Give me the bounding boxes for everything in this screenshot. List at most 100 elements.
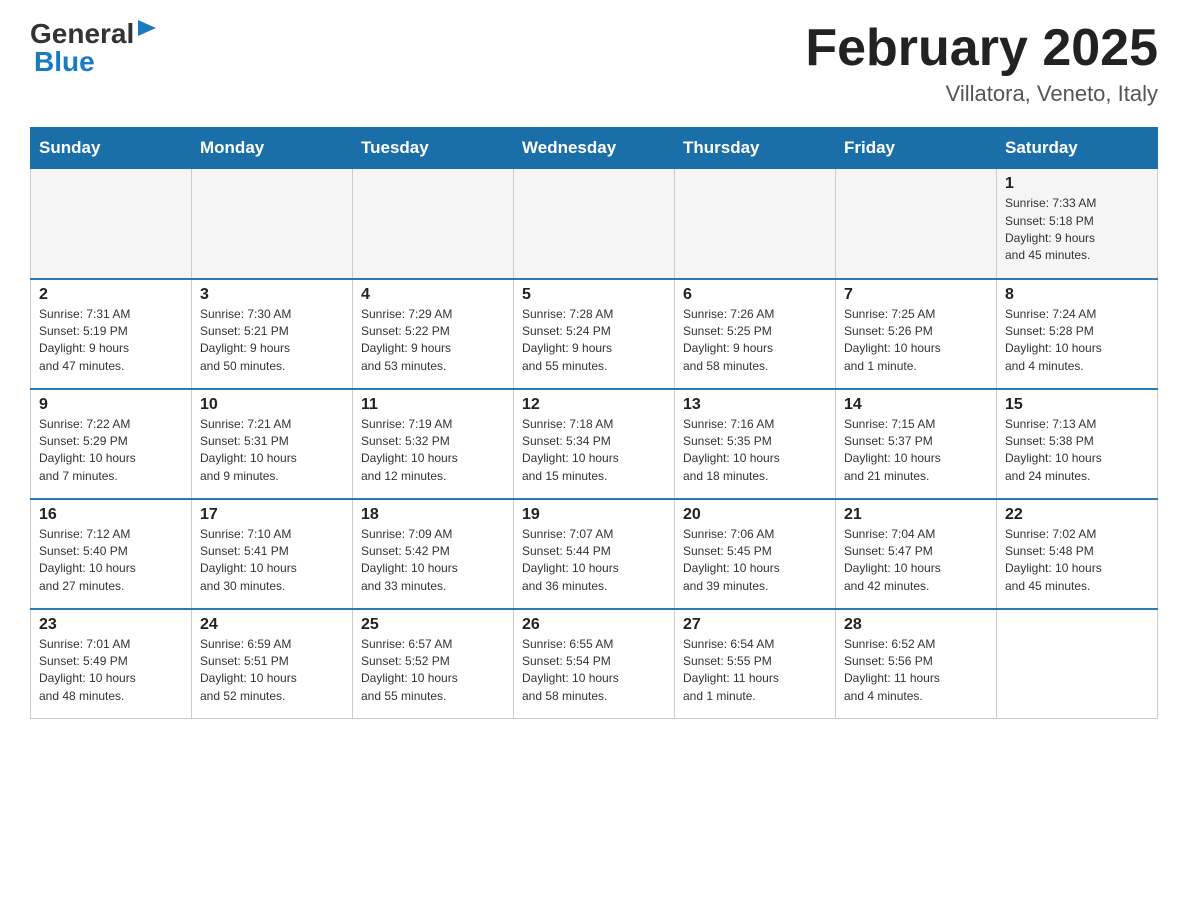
day-info: Sunrise: 7:22 AM Sunset: 5:29 PM Dayligh…: [39, 416, 183, 486]
calendar-week-2: 2 Sunrise: 7:31 AM Sunset: 5:19 PM Daylig…: [31, 279, 1158, 389]
calendar-cell: 27 Sunrise: 6:54 AM Sunset: 5:55 PM Dayli…: [675, 609, 836, 719]
day-number: 24: [200, 616, 344, 634]
calendar-cell: 26 Sunrise: 6:55 AM Sunset: 5:54 PM Dayli…: [514, 609, 675, 719]
month-title: February 2025: [805, 20, 1158, 77]
day-info: Sunrise: 7:01 AM Sunset: 5:49 PM Dayligh…: [39, 636, 183, 706]
day-info: Sunrise: 7:21 AM Sunset: 5:31 PM Dayligh…: [200, 416, 344, 486]
day-info: Sunrise: 7:06 AM Sunset: 5:45 PM Dayligh…: [683, 526, 827, 596]
calendar-cell: 11 Sunrise: 7:19 AM Sunset: 5:32 PM Dayli…: [353, 389, 514, 499]
calendar-cell: 12 Sunrise: 7:18 AM Sunset: 5:34 PM Dayli…: [514, 389, 675, 499]
day-number: 10: [200, 396, 344, 414]
calendar-cell: 18 Sunrise: 7:09 AM Sunset: 5:42 PM Dayli…: [353, 499, 514, 609]
calendar-cell: [353, 169, 514, 279]
calendar-cell: [675, 169, 836, 279]
day-number: 5: [522, 286, 666, 304]
day-number: 28: [844, 616, 988, 634]
calendar-cell: 28 Sunrise: 6:52 AM Sunset: 5:56 PM Dayli…: [836, 609, 997, 719]
location-text: Villatora, Veneto, Italy: [805, 81, 1158, 107]
weekday-header-tuesday: Tuesday: [353, 128, 514, 169]
day-number: 20: [683, 506, 827, 524]
day-number: 2: [39, 286, 183, 304]
day-info: Sunrise: 6:55 AM Sunset: 5:54 PM Dayligh…: [522, 636, 666, 706]
day-number: 6: [683, 286, 827, 304]
weekday-header-thursday: Thursday: [675, 128, 836, 169]
logo: General Blue: [30, 20, 158, 76]
calendar-cell: 23 Sunrise: 7:01 AM Sunset: 5:49 PM Dayli…: [31, 609, 192, 719]
calendar-cell: 25 Sunrise: 6:57 AM Sunset: 5:52 PM Dayli…: [353, 609, 514, 719]
calendar-cell: 6 Sunrise: 7:26 AM Sunset: 5:25 PM Daylig…: [675, 279, 836, 389]
calendar-week-4: 16 Sunrise: 7:12 AM Sunset: 5:40 PM Dayli…: [31, 499, 1158, 609]
calendar-cell: 13 Sunrise: 7:16 AM Sunset: 5:35 PM Dayli…: [675, 389, 836, 499]
day-info: Sunrise: 6:59 AM Sunset: 5:51 PM Dayligh…: [200, 636, 344, 706]
day-number: 13: [683, 396, 827, 414]
day-number: 7: [844, 286, 988, 304]
day-number: 22: [1005, 506, 1149, 524]
day-info: Sunrise: 7:26 AM Sunset: 5:25 PM Dayligh…: [683, 306, 827, 376]
calendar-cell: 4 Sunrise: 7:29 AM Sunset: 5:22 PM Daylig…: [353, 279, 514, 389]
day-info: Sunrise: 7:25 AM Sunset: 5:26 PM Dayligh…: [844, 306, 988, 376]
calendar-cell: 22 Sunrise: 7:02 AM Sunset: 5:48 PM Dayli…: [997, 499, 1158, 609]
page-header: General Blue February 2025 Villatora, Ve…: [30, 20, 1158, 107]
calendar-cell: 5Sunrise: 7:28 AM Sunset: 5:24 PM Daylig…: [514, 279, 675, 389]
day-info: Sunrise: 7:30 AM Sunset: 5:21 PM Dayligh…: [200, 306, 344, 376]
calendar-cell: 3 Sunrise: 7:30 AM Sunset: 5:21 PM Daylig…: [192, 279, 353, 389]
calendar-cell: 2 Sunrise: 7:31 AM Sunset: 5:19 PM Daylig…: [31, 279, 192, 389]
day-number: 18: [361, 506, 505, 524]
calendar-week-5: 23 Sunrise: 7:01 AM Sunset: 5:49 PM Dayli…: [31, 609, 1158, 719]
calendar-cell: 16 Sunrise: 7:12 AM Sunset: 5:40 PM Dayli…: [31, 499, 192, 609]
logo-flag-icon: [136, 18, 158, 46]
day-number: 16: [39, 506, 183, 524]
weekday-header-wednesday: Wednesday: [514, 128, 675, 169]
calendar-cell: 7 Sunrise: 7:25 AM Sunset: 5:26 PM Daylig…: [836, 279, 997, 389]
day-info: Sunrise: 6:54 AM Sunset: 5:55 PM Dayligh…: [683, 636, 827, 706]
day-info: Sunrise: 7:07 AM Sunset: 5:44 PM Dayligh…: [522, 526, 666, 596]
calendar-cell: [836, 169, 997, 279]
calendar-cell: 15Sunrise: 7:13 AM Sunset: 5:38 PM Dayli…: [997, 389, 1158, 499]
calendar-cell: 10 Sunrise: 7:21 AM Sunset: 5:31 PM Dayli…: [192, 389, 353, 499]
day-number: 1: [1005, 175, 1149, 193]
calendar-cell: 21Sunrise: 7:04 AM Sunset: 5:47 PM Dayli…: [836, 499, 997, 609]
weekday-header-sunday: Sunday: [31, 128, 192, 169]
calendar-week-3: 9 Sunrise: 7:22 AM Sunset: 5:29 PM Daylig…: [31, 389, 1158, 499]
day-info: Sunrise: 7:09 AM Sunset: 5:42 PM Dayligh…: [361, 526, 505, 596]
day-info: Sunrise: 7:31 AM Sunset: 5:19 PM Dayligh…: [39, 306, 183, 376]
weekday-header-row: SundayMondayTuesdayWednesdayThursdayFrid…: [31, 128, 1158, 169]
calendar-cell: 20 Sunrise: 7:06 AM Sunset: 5:45 PM Dayli…: [675, 499, 836, 609]
day-info: Sunrise: 7:15 AM Sunset: 5:37 PM Dayligh…: [844, 416, 988, 486]
day-info: Sunrise: 7:13 AM Sunset: 5:38 PM Dayligh…: [1005, 416, 1149, 486]
day-number: 14: [844, 396, 988, 414]
day-number: 9: [39, 396, 183, 414]
day-number: 8: [1005, 286, 1149, 304]
day-number: 27: [683, 616, 827, 634]
day-info: Sunrise: 7:18 AM Sunset: 5:34 PM Dayligh…: [522, 416, 666, 486]
calendar-cell: [31, 169, 192, 279]
day-info: Sunrise: 6:52 AM Sunset: 5:56 PM Dayligh…: [844, 636, 988, 706]
calendar-table: SundayMondayTuesdayWednesdayThursdayFrid…: [30, 127, 1158, 719]
day-number: 21: [844, 506, 988, 524]
day-number: 26: [522, 616, 666, 634]
weekday-header-monday: Monday: [192, 128, 353, 169]
calendar-cell: 17 Sunrise: 7:10 AM Sunset: 5:41 PM Dayli…: [192, 499, 353, 609]
calendar-week-1: 1Sunrise: 7:33 AM Sunset: 5:18 PM Daylig…: [31, 169, 1158, 279]
day-number: 4: [361, 286, 505, 304]
day-info: Sunrise: 7:10 AM Sunset: 5:41 PM Dayligh…: [200, 526, 344, 596]
day-number: 3: [200, 286, 344, 304]
day-number: 23: [39, 616, 183, 634]
calendar-cell: 1Sunrise: 7:33 AM Sunset: 5:18 PM Daylig…: [997, 169, 1158, 279]
day-info: Sunrise: 7:24 AM Sunset: 5:28 PM Dayligh…: [1005, 306, 1149, 376]
calendar-cell: [997, 609, 1158, 719]
day-number: 17: [200, 506, 344, 524]
day-number: 12: [522, 396, 666, 414]
day-info: Sunrise: 7:12 AM Sunset: 5:40 PM Dayligh…: [39, 526, 183, 596]
calendar-cell: 8 Sunrise: 7:24 AM Sunset: 5:28 PM Daylig…: [997, 279, 1158, 389]
calendar-cell: 9 Sunrise: 7:22 AM Sunset: 5:29 PM Daylig…: [31, 389, 192, 499]
logo-blue-text: Blue: [34, 48, 95, 76]
day-info: Sunrise: 7:29 AM Sunset: 5:22 PM Dayligh…: [361, 306, 505, 376]
day-info: Sunrise: 7:19 AM Sunset: 5:32 PM Dayligh…: [361, 416, 505, 486]
day-number: 25: [361, 616, 505, 634]
title-section: February 2025 Villatora, Veneto, Italy: [805, 20, 1158, 107]
day-info: Sunrise: 7:02 AM Sunset: 5:48 PM Dayligh…: [1005, 526, 1149, 596]
day-info: Sunrise: 7:16 AM Sunset: 5:35 PM Dayligh…: [683, 416, 827, 486]
day-info: Sunrise: 6:57 AM Sunset: 5:52 PM Dayligh…: [361, 636, 505, 706]
day-number: 11: [361, 396, 505, 414]
